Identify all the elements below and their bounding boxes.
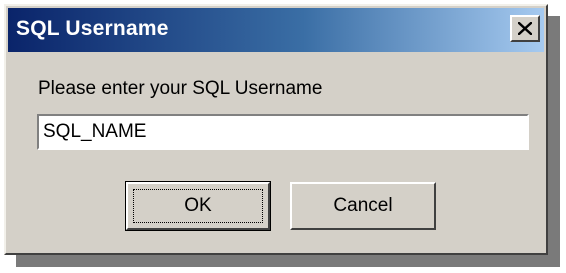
prompt-label: Please enter your SQL Username bbox=[38, 78, 323, 99]
ok-button-label: OK bbox=[184, 195, 212, 216]
close-button[interactable] bbox=[510, 15, 540, 42]
dialog-title: SQL Username bbox=[16, 17, 169, 40]
sql-username-dialog: SQL Username Please enter your SQL Usern… bbox=[4, 4, 548, 255]
cancel-button-label: Cancel bbox=[333, 195, 393, 216]
username-input[interactable] bbox=[37, 114, 529, 150]
title-bar[interactable]: SQL Username bbox=[8, 8, 544, 52]
ok-button[interactable]: OK bbox=[125, 181, 271, 231]
close-icon bbox=[518, 22, 532, 35]
cancel-button[interactable]: Cancel bbox=[290, 182, 436, 230]
